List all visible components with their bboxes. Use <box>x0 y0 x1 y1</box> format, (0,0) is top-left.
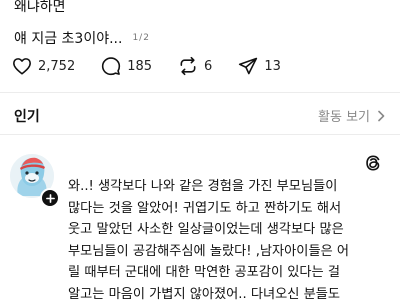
comment-line: 많다는 것을 알았어! 귀엽기도 하고 짠하기도 해서 <box>68 200 342 216</box>
share-count: 13 <box>264 58 281 74</box>
comment-line: 릴 때부터 군대에 대한 막연한 공포감이 있다는 걸 <box>68 265 340 280</box>
comment-line: 알고는 마음이 가볍지 않아졌어.. 다녀오신 분들도 <box>68 286 340 300</box>
view-activity-label: 활동 보기 <box>318 110 370 125</box>
sort-title[interactable]: 인기 <box>14 106 40 126</box>
like-button[interactable]: 2,752 <box>12 57 75 75</box>
post-text-line-2-row: 얘 지금 초3이야... 1/2 <box>14 28 150 48</box>
comment-text: 와..! 생각보다 나와 같은 경험을 가진 부모님들이 많다는 것을 알았어!… <box>68 176 388 300</box>
divider <box>0 92 400 93</box>
reply-button[interactable]: 185 <box>101 56 152 76</box>
threads-logo-icon <box>366 155 380 171</box>
view-activity-button[interactable]: 활동 보기 <box>318 106 386 125</box>
repost-icon <box>180 56 196 76</box>
plus-icon <box>45 193 55 203</box>
post-text-line-1: 왜냐하면 <box>14 0 66 15</box>
divider <box>0 134 400 135</box>
post-action-bar: 2,752 185 6 13 <box>12 56 307 76</box>
share-icon <box>239 57 258 75</box>
comment-line: 부모님들이 공감해주심에 놀랐다! ,남자아이들은 어 <box>68 243 350 259</box>
repost-button[interactable]: 6 <box>178 56 212 76</box>
reply-count: 185 <box>127 58 153 74</box>
comment-line: 웃고 말았던 사소한 일상글이었는데 생각보다 많은 <box>68 222 344 237</box>
comment-icon <box>102 57 121 76</box>
commenter-avatar[interactable] <box>10 154 60 208</box>
like-count: 2,752 <box>38 58 76 74</box>
replies-sort-row: 인기 활동 보기 <box>0 100 400 130</box>
threads-post-screen: 왜냐하면 얘 지금 초3이야... 1/2 2,752 185 6 13 인기 … <box>0 0 400 300</box>
page-indicator: 1/2 <box>132 33 150 43</box>
comment-line: 와..! 생각보다 나와 같은 경험을 가진 부모님들이 <box>68 179 338 194</box>
heart-icon <box>13 58 31 75</box>
repost-count: 6 <box>204 58 213 74</box>
post-text-line-2: 얘 지금 초3이야... <box>14 31 123 47</box>
share-button[interactable]: 13 <box>238 56 281 76</box>
chevron-right-icon <box>378 110 385 121</box>
follow-button[interactable] <box>40 188 60 208</box>
